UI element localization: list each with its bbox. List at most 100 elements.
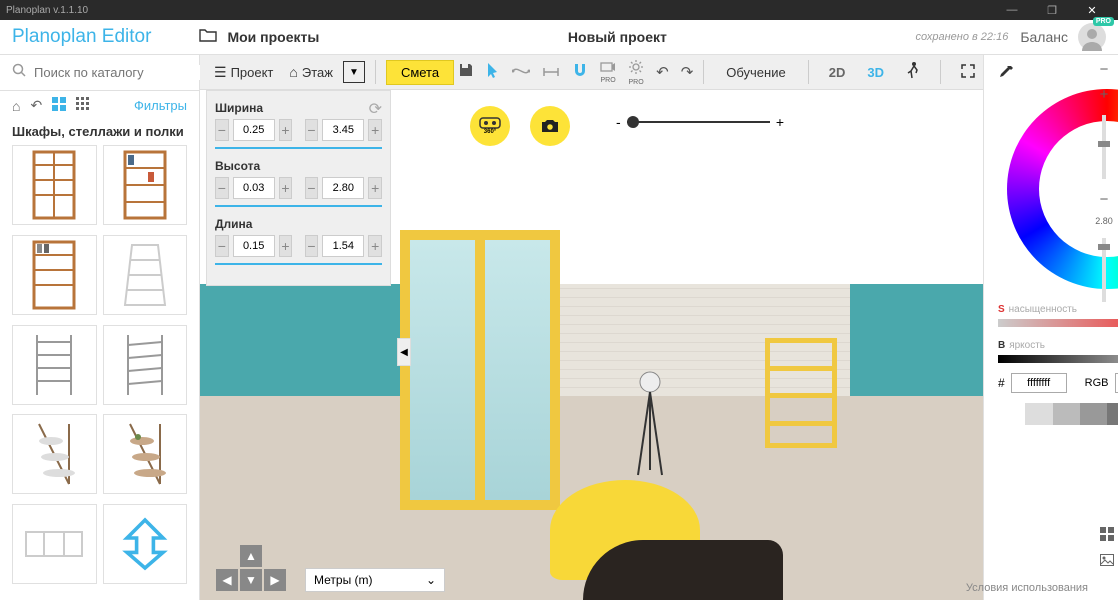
ruler-icon[interactable] bbox=[512, 64, 530, 81]
minus-button[interactable]: − bbox=[215, 177, 229, 199]
catalog-item[interactable] bbox=[103, 325, 188, 405]
plus-button[interactable]: + bbox=[368, 235, 382, 257]
view-3d-button[interactable]: 3D bbox=[859, 61, 892, 84]
search-icon bbox=[12, 63, 26, 82]
tripod-object bbox=[630, 370, 670, 480]
zoom-vertical-slider[interactable] bbox=[1102, 115, 1106, 179]
home-icon[interactable]: ⌂ bbox=[12, 98, 20, 114]
canvas-3d[interactable]: ⟳ Ширина − + − + Высота bbox=[200, 90, 983, 600]
camera-pro-icon[interactable]: PRO bbox=[600, 60, 616, 84]
my-projects-link[interactable]: Мои проекты bbox=[227, 29, 319, 45]
rgb-r-input[interactable] bbox=[1115, 373, 1118, 393]
minus-button[interactable]: − bbox=[305, 119, 319, 141]
slider-handle[interactable] bbox=[1098, 141, 1110, 147]
dimension-icon[interactable] bbox=[542, 64, 560, 81]
view-2d-button[interactable]: 2D bbox=[821, 61, 854, 84]
magnet-icon[interactable] bbox=[572, 62, 588, 82]
minus-icon[interactable]: − bbox=[1100, 191, 1109, 208]
swatch[interactable] bbox=[1025, 403, 1052, 425]
learn-button[interactable]: Обучение bbox=[716, 61, 795, 84]
main-toolbar: ☰Проект ⌂Этаж ▼ Смета PRO PRO ↶ ↷ Обучен… bbox=[200, 55, 983, 90]
brightness-slider[interactable] bbox=[998, 355, 1118, 363]
height-vertical-slider[interactable] bbox=[1102, 238, 1106, 302]
plus-button[interactable]: + bbox=[279, 177, 293, 199]
plus-button[interactable]: + bbox=[368, 177, 382, 199]
swatch[interactable] bbox=[998, 403, 1025, 425]
swatch[interactable] bbox=[1080, 403, 1107, 425]
minimize-button[interactable]: — bbox=[992, 4, 1032, 16]
plus-button[interactable]: + bbox=[279, 119, 293, 141]
image-icon[interactable] bbox=[1100, 553, 1114, 570]
estimate-button[interactable]: Смета bbox=[386, 60, 454, 85]
walk-icon[interactable] bbox=[906, 61, 920, 84]
vr-button[interactable]: 360° bbox=[470, 106, 510, 146]
search-input[interactable] bbox=[34, 65, 210, 80]
floor-dropdown[interactable]: ▼ bbox=[343, 61, 365, 83]
length-to-input[interactable] bbox=[322, 235, 364, 257]
properties-panel: ⟳ Ширина − + − + Высота bbox=[206, 90, 391, 286]
catalog-item[interactable] bbox=[12, 414, 97, 494]
saturation-slider[interactable] bbox=[998, 319, 1118, 327]
maximize-button[interactable]: ❐ bbox=[1032, 4, 1072, 17]
minus-icon[interactable]: − bbox=[1100, 61, 1109, 78]
plus-icon[interactable]: + bbox=[1100, 86, 1109, 103]
shelf-object bbox=[765, 338, 837, 448]
nav-right[interactable]: ▶ bbox=[264, 569, 286, 591]
grid-small-icon[interactable] bbox=[76, 97, 90, 114]
cursor-icon[interactable] bbox=[486, 62, 500, 82]
catalog-item[interactable] bbox=[103, 145, 188, 225]
zoom-handle[interactable] bbox=[627, 116, 639, 128]
minus-button[interactable]: − bbox=[215, 119, 229, 141]
grid-large-icon[interactable] bbox=[52, 97, 66, 114]
nav-down[interactable]: ▼ bbox=[240, 569, 262, 591]
units-dropdown[interactable]: Метры (m) ⌄ bbox=[305, 568, 445, 592]
save-icon[interactable] bbox=[458, 62, 474, 82]
minus-button[interactable]: − bbox=[305, 235, 319, 257]
undo-icon[interactable]: ↶ bbox=[30, 97, 42, 114]
minus-button[interactable]: − bbox=[215, 235, 229, 257]
terms-link[interactable]: Условия использования bbox=[966, 582, 1088, 594]
refresh-icon[interactable]: ⟳ bbox=[369, 99, 382, 119]
catalog-item[interactable] bbox=[12, 235, 97, 315]
width-from-input[interactable] bbox=[233, 119, 275, 141]
height-to-input[interactable] bbox=[322, 177, 364, 199]
collapse-panel-button[interactable]: ◀ bbox=[397, 338, 411, 366]
catalog-item[interactable] bbox=[12, 504, 97, 584]
redo-icon[interactable]: ↷ bbox=[681, 63, 694, 81]
nav-left[interactable]: ◀ bbox=[216, 569, 238, 591]
height-from-input[interactable] bbox=[233, 177, 275, 199]
project-name[interactable]: Новый проект bbox=[319, 29, 915, 45]
catalog-item[interactable] bbox=[103, 235, 188, 315]
eyedropper-icon[interactable] bbox=[998, 65, 1014, 86]
plus-button[interactable]: + bbox=[279, 235, 293, 257]
height-slider[interactable] bbox=[215, 205, 382, 207]
length-slider[interactable] bbox=[215, 263, 382, 265]
width-slider[interactable] bbox=[215, 147, 382, 149]
slider-handle[interactable] bbox=[1098, 244, 1110, 250]
catalog-item[interactable] bbox=[103, 414, 188, 494]
plus-button[interactable]: + bbox=[368, 119, 382, 141]
avatar[interactable]: PRO bbox=[1078, 23, 1106, 51]
close-button[interactable]: ✕ bbox=[1072, 4, 1112, 17]
fullscreen-icon[interactable] bbox=[961, 64, 975, 81]
length-from-input[interactable] bbox=[233, 235, 275, 257]
swatch[interactable] bbox=[1053, 403, 1080, 425]
catalog-item[interactable] bbox=[12, 145, 97, 225]
balance-link[interactable]: Баланс bbox=[1020, 29, 1068, 45]
project-menu[interactable]: ☰Проект bbox=[208, 60, 279, 85]
grid-icon[interactable] bbox=[1100, 527, 1114, 545]
floor-menu[interactable]: ⌂Этаж bbox=[283, 60, 339, 84]
filters-link[interactable]: Фильтры bbox=[134, 98, 187, 113]
zoom-slider[interactable]: - + bbox=[610, 112, 790, 132]
undo-icon[interactable]: ↶ bbox=[656, 63, 669, 81]
swatch[interactable] bbox=[1107, 403, 1118, 425]
folder-icon[interactable] bbox=[199, 28, 217, 47]
width-to-input[interactable] bbox=[322, 119, 364, 141]
camera-button[interactable] bbox=[530, 106, 570, 146]
catalog-item[interactable] bbox=[12, 325, 97, 405]
sun-icon[interactable]: PRO bbox=[628, 59, 644, 86]
hex-input[interactable] bbox=[1011, 373, 1067, 393]
nav-up[interactable]: ▲ bbox=[240, 545, 262, 567]
catalog-item[interactable] bbox=[103, 504, 188, 584]
minus-button[interactable]: − bbox=[305, 177, 319, 199]
